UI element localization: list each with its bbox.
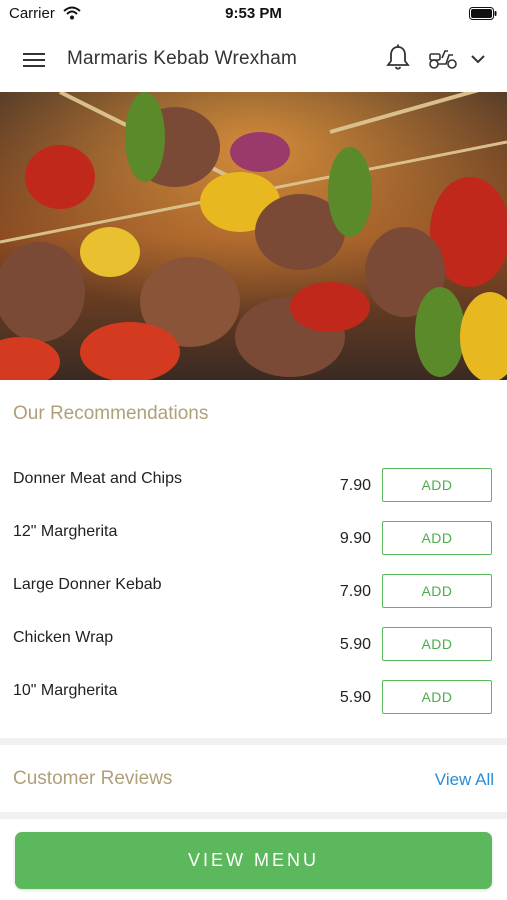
- item-price: 7.90: [339, 477, 371, 494]
- add-button[interactable]: ADD: [382, 680, 492, 714]
- add-button[interactable]: ADD: [382, 574, 492, 608]
- battery-icon: [469, 7, 497, 25]
- scooter-icon[interactable]: [427, 47, 459, 76]
- view-menu-button[interactable]: VIEW MENU: [15, 832, 492, 889]
- menu-icon[interactable]: [22, 50, 46, 70]
- recommendations-list: Donner Meat and Chips 7.90 ADD 12" Margh…: [0, 458, 507, 723]
- item-name: 12" Margherita: [13, 523, 118, 540]
- chevron-down-icon[interactable]: [470, 52, 486, 70]
- item-price: 5.90: [339, 636, 371, 653]
- hero-image: [0, 92, 507, 380]
- bottom-bar: VIEW MENU: [0, 820, 507, 900]
- list-item: 12" Margherita 9.90 ADD: [0, 511, 507, 564]
- reviews-title: Customer Reviews: [13, 768, 173, 789]
- recommendations-title: Our Recommendations: [13, 403, 209, 424]
- add-button[interactable]: ADD: [382, 627, 492, 661]
- item-name: Donner Meat and Chips: [13, 470, 182, 487]
- item-name: Large Donner Kebab: [13, 576, 162, 593]
- item-price: 5.90: [339, 689, 371, 706]
- page-title: Marmaris Kebab Wrexham: [67, 48, 298, 69]
- status-time: 9:53 PM: [225, 5, 282, 22]
- item-name: 10" Margherita: [13, 682, 118, 699]
- section-divider: [0, 812, 507, 819]
- item-price: 9.90: [339, 530, 371, 547]
- status-bar: Carrier 9:53 PM: [0, 0, 507, 28]
- list-item: Chicken Wrap 5.90 ADD: [0, 617, 507, 670]
- section-divider: [0, 738, 507, 745]
- list-item: Large Donner Kebab 7.90 ADD: [0, 564, 507, 617]
- add-button[interactable]: ADD: [382, 521, 492, 555]
- app-header: Marmaris Kebab Wrexham: [0, 28, 507, 92]
- add-button[interactable]: ADD: [382, 468, 492, 502]
- item-name: Chicken Wrap: [13, 629, 114, 646]
- item-price: 7.90: [339, 583, 371, 600]
- view-all-link[interactable]: View All: [435, 770, 494, 790]
- list-item: Donner Meat and Chips 7.90 ADD: [0, 458, 507, 511]
- list-item: 10" Margherita 5.90 ADD: [0, 670, 507, 723]
- bell-icon[interactable]: [386, 44, 410, 77]
